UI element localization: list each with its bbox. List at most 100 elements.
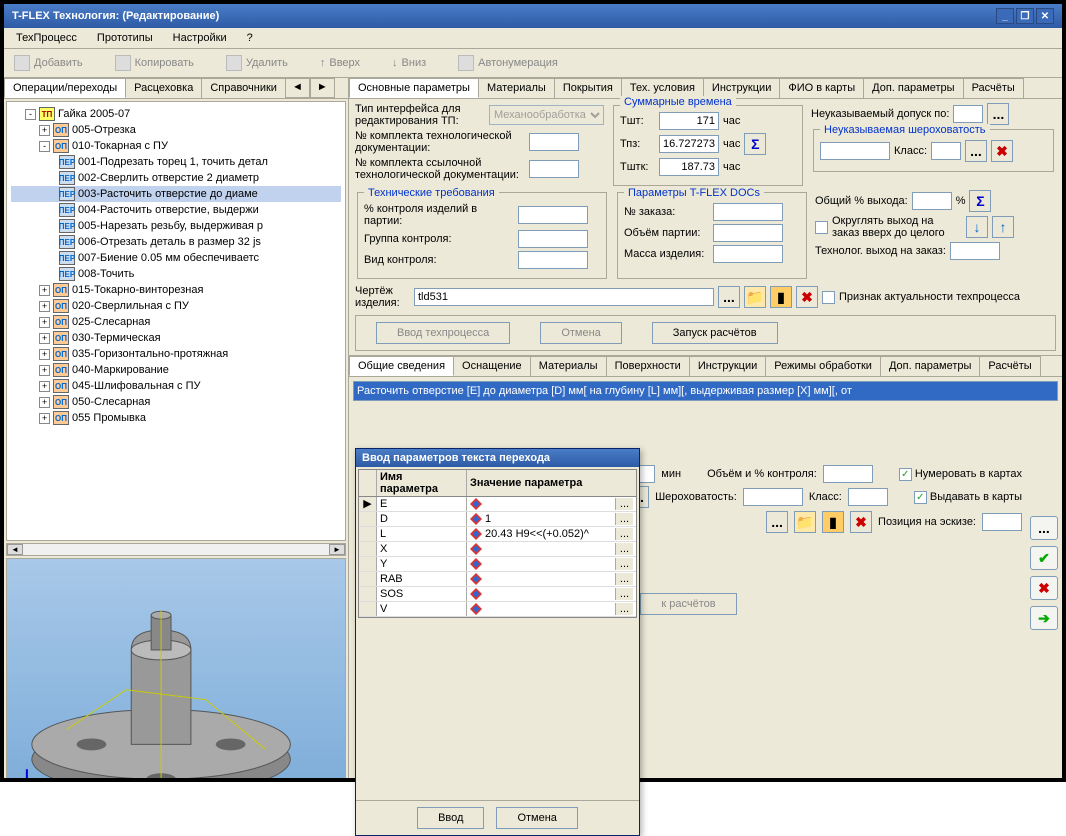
rtab-top-2[interactable]: Покрытия [554, 78, 622, 98]
enter-tp-button[interactable]: Ввод техпроцесса [376, 322, 510, 344]
tb-add[interactable]: Добавить [8, 53, 89, 73]
tree-transition[interactable]: ПЕР005-Нарезать резьбу, выдерживая р [11, 218, 341, 234]
rtab-top-1[interactable]: Материалы [478, 78, 555, 98]
lower-class-input[interactable] [848, 488, 888, 506]
rtab-top-3[interactable]: Тех. условия [621, 78, 704, 98]
num-cards-checkbox[interactable]: ✓ [899, 468, 912, 481]
menu-techprocess[interactable]: ТехПроцесс [8, 30, 85, 46]
pct-ctrl-input[interactable] [518, 206, 588, 224]
rtab-bottom-0[interactable]: Общие сведения [349, 356, 454, 376]
rtab-top-4[interactable]: Инструкции [703, 78, 780, 98]
side-cancel-button[interactable]: ✖ [1030, 576, 1058, 600]
rtab-bottom-5[interactable]: Режимы обработки [765, 356, 881, 376]
param-row[interactable]: V... [359, 602, 636, 617]
tab-scroll-left[interactable]: ◄ [285, 78, 310, 98]
rtab-bottom-4[interactable]: Инструкции [689, 356, 766, 376]
rtab-bottom-3[interactable]: Поверхности [606, 356, 690, 376]
rough-delete-button[interactable]: ✖ [991, 140, 1013, 162]
rtab-bottom-2[interactable]: Материалы [530, 356, 607, 376]
menu-prototypes[interactable]: Прототипы [89, 30, 161, 46]
tree-op[interactable]: +ОП030-Термическая [11, 330, 341, 346]
vol-input[interactable] [713, 224, 783, 242]
param-row[interactable]: Y... [359, 557, 636, 572]
tb-autonum[interactable]: Автонумерация [452, 53, 564, 73]
cancel-tp-button[interactable]: Отмена [540, 322, 621, 344]
run-calc-button[interactable]: Запуск расчётов [652, 322, 778, 344]
row-more-button[interactable]: ... [615, 573, 633, 585]
draw-delete-button[interactable]: ✖ [796, 286, 818, 308]
folder-icon[interactable]: 📁 [744, 286, 766, 308]
t-pz-input[interactable] [659, 135, 719, 153]
rtab-top-5[interactable]: ФИО в карты [779, 78, 864, 98]
tree-transition[interactable]: ПЕР007-Биение 0.05 мм обеспечиваетс [11, 250, 341, 266]
tree-op[interactable]: +ОП050-Слесарная [11, 394, 341, 410]
tree-op[interactable]: +ОП035-Горизонтально-протяжная [11, 346, 341, 362]
actual-checkbox[interactable] [822, 291, 835, 304]
tree-root[interactable]: -ТПГайка 2005-07 [11, 106, 341, 122]
rtab-bottom-6[interactable]: Доп. параметры [880, 356, 980, 376]
tab-routing[interactable]: Расцеховка [125, 78, 202, 98]
lower-rough-input[interactable] [743, 488, 803, 506]
tree-op[interactable]: -ОП010-Токарная с ПУ [11, 138, 341, 154]
param-row[interactable]: SOS... [359, 587, 636, 602]
tb-copy[interactable]: Копировать [109, 53, 200, 73]
row-more-button[interactable]: ... [615, 588, 633, 600]
tree-transition[interactable]: ПЕР004-Расточить отверстие, выдержи [11, 202, 341, 218]
rtab-bottom-7[interactable]: Расчёты [979, 356, 1040, 376]
vol-ctrl-input[interactable] [823, 465, 873, 483]
param-row[interactable]: D1... [359, 512, 636, 527]
rough-class-input[interactable] [931, 142, 961, 160]
rtab-bottom-1[interactable]: Оснащение [453, 356, 531, 376]
tree-op[interactable]: +ОП055 Промывка [11, 410, 341, 426]
pos-input[interactable] [982, 513, 1022, 531]
menu-settings[interactable]: Настройки [165, 30, 235, 46]
rough-more-button[interactable]: ... [965, 140, 987, 162]
rough-input[interactable] [820, 142, 890, 160]
sigma-button-1[interactable]: Σ [744, 133, 766, 155]
tree-op[interactable]: +ОП045-Шлифовальная с ПУ [11, 378, 341, 394]
dialog-cancel-button[interactable]: Отмена [496, 807, 577, 829]
tab-operations[interactable]: Операции/переходы [4, 78, 126, 98]
round-checkbox[interactable] [815, 221, 828, 234]
restore-icon[interactable]: ❐ [1016, 8, 1034, 24]
scroll-right-button[interactable]: ► [329, 544, 345, 555]
tb-down[interactable]: ↓Вниз [386, 53, 432, 73]
pos-open-button[interactable]: ▮ [822, 511, 844, 533]
folder2-icon[interactable]: 📁 [794, 511, 816, 533]
tolerance-input[interactable] [953, 105, 983, 123]
param-row[interactable]: RAB... [359, 572, 636, 587]
tolerance-more-button[interactable]: ... [987, 103, 1009, 125]
tree-op[interactable]: +ОП005-Отрезка [11, 122, 341, 138]
tree-transition[interactable]: ПЕР008-Точить [11, 266, 341, 282]
scroll-left-button[interactable]: ◄ [7, 544, 23, 555]
draw-open-button[interactable]: ▮ [770, 286, 792, 308]
mass-input[interactable] [713, 245, 783, 263]
min-icon[interactable]: _ [996, 8, 1014, 24]
order-input[interactable] [713, 203, 783, 221]
t-shtk-input[interactable] [659, 158, 719, 176]
row-more-button[interactable]: ... [615, 558, 633, 570]
row-more-button[interactable]: ... [615, 498, 633, 510]
doc2-input[interactable] [529, 160, 579, 178]
row-more-button[interactable]: ... [615, 528, 633, 540]
down-button[interactable]: ↓ [966, 216, 988, 238]
3d-preview[interactable] [6, 558, 346, 778]
rtab-top-7[interactable]: Расчёты [963, 78, 1024, 98]
t-sht-input[interactable] [659, 112, 719, 130]
tree-transition[interactable]: ПЕР001-Подрезать торец 1, точить детал [11, 154, 341, 170]
side-more-button[interactable]: ... [1030, 516, 1058, 540]
lower-calc-button[interactable]: к расчётов [640, 593, 736, 615]
tree-transition[interactable]: ПЕР003-Расточить отверстие до диаме [11, 186, 341, 202]
doc1-input[interactable] [529, 133, 579, 151]
sigma-button-2[interactable]: Σ [969, 190, 991, 212]
tb-up[interactable]: ↑Вверх [314, 53, 366, 73]
pct-out-input[interactable] [912, 192, 952, 210]
transition-text[interactable]: Расточить отверстие [E] до диаметра [D] … [353, 381, 1058, 401]
rtab-top-0[interactable]: Основные параметры [349, 78, 479, 98]
out-cards-checkbox[interactable]: ✓ [914, 491, 927, 504]
tech-out-input[interactable] [950, 242, 1000, 260]
tab-scroll-right[interactable]: ► [310, 78, 335, 98]
side-next-button[interactable]: ➔ [1030, 606, 1058, 630]
param-row[interactable]: X... [359, 542, 636, 557]
tree-op[interactable]: +ОП025-Слесарная [11, 314, 341, 330]
